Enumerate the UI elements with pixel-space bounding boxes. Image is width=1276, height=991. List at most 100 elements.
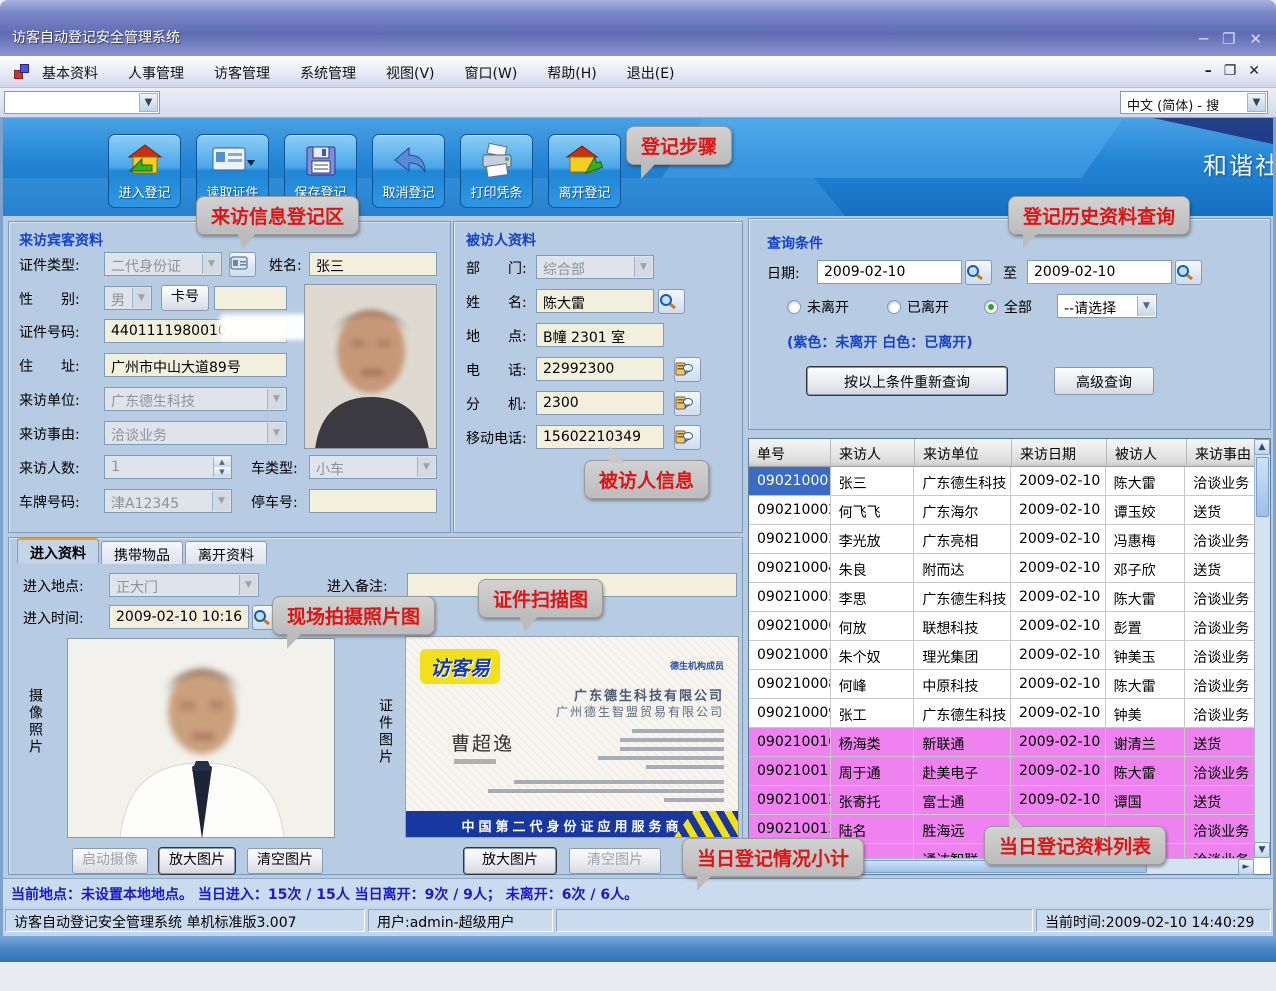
table-cell[interactable]: 2009-02-10	[1011, 786, 1106, 815]
card-no-button[interactable]: 卡号	[161, 285, 209, 311]
entry-location-select[interactable]: 正大门▼	[109, 573, 259, 597]
spin-down-icon[interactable]: ▼	[213, 467, 230, 477]
column-header[interactable]: 来访单位	[915, 439, 1012, 466]
table-cell[interactable]: 2009-02-10	[1011, 728, 1106, 757]
menu-item-basic[interactable]: 基本资料	[40, 62, 100, 84]
table-cell[interactable]: 送货	[1185, 786, 1254, 815]
table-cell[interactable]: 090210001	[749, 467, 831, 496]
table-cell[interactable]: 谭国	[1106, 786, 1186, 815]
phone-input[interactable]: 22992300	[536, 357, 664, 381]
table-cell[interactable]: 陈大雷	[1106, 670, 1186, 699]
table-cell[interactable]: 洽谈业务	[1185, 699, 1254, 728]
visited-name-input[interactable]: 陈大雷	[536, 289, 654, 313]
vertical-scrollbar[interactable]: ▲ ▼	[1254, 439, 1270, 858]
chevron-down-icon[interactable]: ▼	[212, 491, 230, 511]
table-cell[interactable]: 洽谈业务	[1185, 525, 1254, 554]
date-to-picker-button[interactable]	[1175, 260, 1202, 285]
table-cell[interactable]: 洽谈业务	[1185, 815, 1254, 844]
table-cell[interactable]: 广东亮相	[914, 525, 1011, 554]
table-cell[interactable]: 090210005	[749, 583, 831, 612]
menu-item-visitor[interactable]: 访客管理	[212, 62, 272, 84]
table-cell[interactable]: 张寄托	[831, 786, 915, 815]
table-cell[interactable]: 广东德生科技	[914, 699, 1011, 728]
visited-location-input[interactable]: B幢 2301 室	[536, 323, 664, 347]
restore-icon[interactable]: ❐	[1222, 30, 1235, 48]
visit-reason-select[interactable]: 洽谈业务▼	[104, 421, 287, 445]
table-row[interactable]: 090210006何放联想科技2009-02-10彭置洽谈业务	[749, 612, 1254, 641]
address-input[interactable]: 广州市中山大道89号	[104, 353, 287, 377]
table-cell[interactable]: 附而达	[914, 554, 1011, 583]
table-cell[interactable]: 陈大雷	[1106, 467, 1186, 496]
table-cell[interactable]: 2009-02-10	[1011, 757, 1106, 786]
table-cell[interactable]: 2009-02-10	[1011, 699, 1106, 728]
table-cell[interactable]: 联想科技	[914, 612, 1011, 641]
table-cell[interactable]: 富士通	[914, 786, 1011, 815]
table-cell[interactable]: 洽谈业务	[1185, 583, 1254, 612]
table-row[interactable]: 090210005李思广东德生科技2009-02-10陈大雷洽谈业务	[749, 583, 1254, 612]
zoom-photo-button[interactable]: 放大图片	[159, 848, 235, 874]
language-selector[interactable]: 中文 (简体) - 搜 ▼	[1120, 91, 1268, 114]
clear-photo-button[interactable]: 清空图片	[247, 848, 323, 874]
table-cell[interactable]: 090210010	[749, 728, 831, 757]
table-cell[interactable]: 洽谈业务	[1185, 757, 1254, 786]
table-row[interactable]: 090210003李光放广东亮相2009-02-10冯惠梅洽谈业务	[749, 525, 1254, 554]
tab-leave-info[interactable]: 离开资料	[185, 541, 267, 564]
table-cell[interactable]: 2009-02-10	[1011, 670, 1106, 699]
scroll-thumb[interactable]	[1256, 457, 1269, 517]
table-cell[interactable]: 090210003	[749, 525, 831, 554]
table-cell[interactable]: 090210007	[749, 641, 831, 670]
table-cell[interactable]: 何放	[831, 612, 915, 641]
notify-phone-button[interactable]	[674, 357, 701, 382]
date-from-input[interactable]: 2009-02-10	[817, 260, 962, 284]
ext-input[interactable]: 2300	[536, 391, 664, 415]
column-header[interactable]: 来访人	[831, 439, 915, 466]
table-cell[interactable]: 张工	[831, 699, 915, 728]
table-cell[interactable]: 洽谈业务	[1185, 844, 1254, 858]
table-cell[interactable]: 送货	[1185, 554, 1254, 583]
chevron-down-icon[interactable]: ▼	[202, 254, 220, 274]
table-cell[interactable]: 090210011	[749, 757, 831, 786]
table-row[interactable]: 090210002何飞飞广东海尔2009-02-10谭玉姣送货	[749, 496, 1254, 525]
table-cell[interactable]: 090210009	[749, 699, 831, 728]
table-cell[interactable]: 陈大雷	[1106, 757, 1186, 786]
chevron-down-icon[interactable]: ▼	[132, 288, 150, 308]
table-cell[interactable]: 090210002	[749, 496, 831, 525]
table-cell[interactable]: 朱个奴	[831, 641, 915, 670]
scroll-right-icon[interactable]: ►	[1238, 859, 1254, 875]
dept-select[interactable]: 综合部▼	[536, 255, 654, 279]
table-cell[interactable]: 邓子欣	[1106, 554, 1186, 583]
mdi-restore-icon[interactable]: ❐	[1224, 63, 1237, 79]
date-from-picker-button[interactable]	[965, 260, 992, 285]
table-cell[interactable]: 何峰	[831, 670, 915, 699]
table-row[interactable]: 090210008何峰中原科技2009-02-10陈大雷洽谈业务	[749, 670, 1254, 699]
table-cell[interactable]: 洽谈业务	[1185, 467, 1254, 496]
table-cell[interactable]: 谭玉姣	[1106, 496, 1186, 525]
menu-item-exit[interactable]: 退出(E)	[625, 62, 677, 84]
chevron-down-icon[interactable]: ▼	[1137, 296, 1155, 316]
table-cell[interactable]: 广东德生科技	[914, 583, 1011, 612]
advanced-query-button[interactable]: 高级查询	[1054, 367, 1154, 395]
table-cell[interactable]: 周于通	[831, 757, 915, 786]
table-cell[interactable]: 杨海类	[831, 728, 915, 757]
mdi-close-icon[interactable]: ✕	[1248, 63, 1260, 79]
column-header[interactable]: 来访事由	[1187, 439, 1256, 466]
cert-type-select[interactable]: 二代身份证▼	[104, 252, 222, 276]
notify-mobile-button[interactable]	[674, 425, 701, 450]
menu-item-window[interactable]: 窗口(W)	[463, 62, 520, 84]
table-row[interactable]: 090210007朱个奴理光集团2009-02-10钟美玉洽谈业务	[749, 641, 1254, 670]
table-cell[interactable]: 2009-02-10	[1011, 641, 1106, 670]
table-cell[interactable]: 2009-02-10	[1011, 525, 1106, 554]
chevron-down-icon[interactable]: ▼	[267, 423, 285, 443]
reason-filter-select[interactable]: --请选择▼	[1057, 294, 1157, 318]
table-row[interactable]: 090210009张工广东德生科技2009-02-10钟美洽谈业务	[749, 699, 1254, 728]
chevron-down-icon[interactable]: ▼	[239, 575, 257, 595]
table-cell[interactable]: 090210006	[749, 612, 831, 641]
table-row[interactable]: 090210001张三广东德生科技2009-02-10陈大雷洽谈业务	[749, 467, 1254, 496]
table-cell[interactable]: 090210008	[749, 670, 831, 699]
mobile-input[interactable]: 15602210349	[536, 425, 664, 449]
table-cell[interactable]: 2009-02-10	[1011, 467, 1106, 496]
table-cell[interactable]: 新联通	[914, 728, 1011, 757]
table-cell[interactable]: 彭置	[1106, 612, 1186, 641]
table-cell[interactable]: 090210004	[749, 554, 831, 583]
search-person-button[interactable]	[658, 289, 685, 314]
